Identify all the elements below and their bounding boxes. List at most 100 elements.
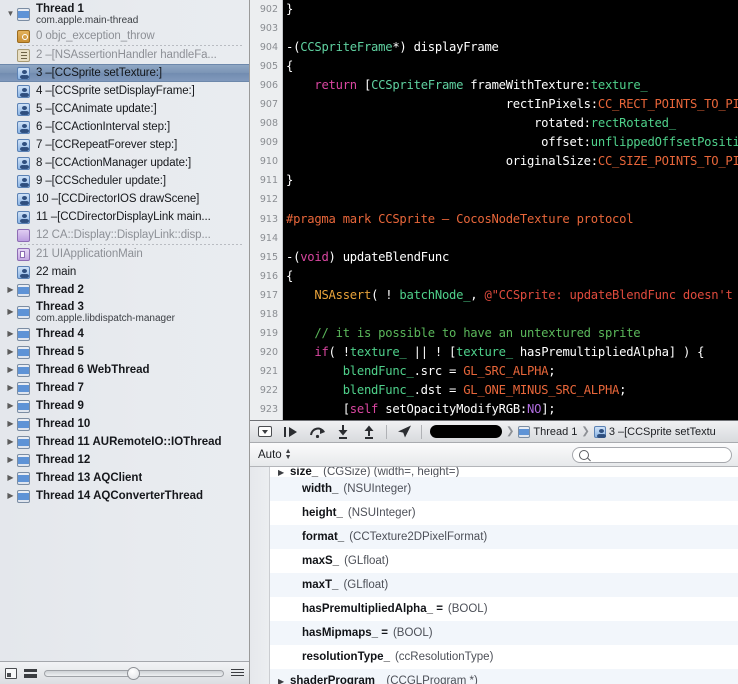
code-line[interactable]: [286, 229, 738, 248]
code-line[interactable]: rotated:rectRotated_: [286, 114, 738, 133]
stack-frame-row[interactable]: ▶ 4 –[CCSprite setDisplayFrame:]: [0, 82, 249, 100]
code-line[interactable]: blendFunc_.dst = GL_ONE_MINUS_SRC_ALPHA;: [286, 381, 738, 400]
code-line[interactable]: blendFunc_.src = GL_SRC_ALPHA;: [286, 362, 738, 381]
scope-popup-button[interactable]: Auto ▲ ▼: [258, 448, 292, 461]
stack-compression-icon[interactable]: [24, 668, 37, 678]
thread-row[interactable]: ▶ Thread 13 AQClient: [0, 469, 249, 487]
thread-row[interactable]: ▶ Thread 5: [0, 343, 249, 361]
code-line[interactable]: rectInPixels:CC_RECT_POINTS_TO_PIX: [286, 95, 738, 114]
step-into-button[interactable]: [332, 423, 354, 440]
variable-row[interactable]: hasMipmaps_ = (BOOL): [270, 621, 738, 645]
code-line[interactable]: if( !texture_ || ! [texture_ hasPremulti…: [286, 343, 738, 362]
line-number[interactable]: 904: [250, 38, 282, 57]
chevron-right-icon[interactable]: ▶: [278, 468, 290, 477]
step-over-button[interactable]: [306, 423, 328, 440]
chevron-right-icon[interactable]: ▶: [4, 474, 17, 482]
code-line[interactable]: } else {: [286, 419, 738, 420]
code-line[interactable]: {: [286, 57, 738, 76]
variable-row[interactable]: height_ (NSUInteger): [270, 501, 738, 525]
show-only-crashed-icon[interactable]: [5, 667, 17, 679]
stack-frame-row[interactable]: ▶ 7 –[CCRepeatForever step:]: [0, 136, 249, 154]
chevron-right-icon[interactable]: ▶: [4, 330, 17, 338]
line-number[interactable]: 915: [250, 248, 282, 267]
line-number[interactable]: 924: [250, 419, 282, 420]
line-number[interactable]: 919: [250, 324, 282, 343]
line-number[interactable]: 923: [250, 400, 282, 419]
line-number[interactable]: 910: [250, 152, 282, 171]
stack-frame-row[interactable]: ▶ 21 UIApplicationMain: [0, 245, 249, 263]
variables-rows[interactable]: ▶ size_ (CGSize) (width=, height=) width_ (N…: [270, 467, 738, 684]
variable-row[interactable]: format_ (CCTexture2DPixelFormat): [270, 525, 738, 549]
chevron-right-icon[interactable]: ▶: [4, 402, 17, 410]
stack-frame-row[interactable]: ▶ 22 main: [0, 263, 249, 281]
variable-row[interactable]: ▶ shaderProgram_ (CCGLProgram *): [270, 669, 738, 684]
chevron-right-icon[interactable]: ▶: [4, 366, 17, 374]
stack-frame-row[interactable]: ▶ 9 –[CCScheduler update:]: [0, 172, 249, 190]
line-number[interactable]: 920: [250, 343, 282, 362]
line-number[interactable]: 922: [250, 381, 282, 400]
chevron-down-icon[interactable]: ▼: [4, 10, 17, 18]
thread-row[interactable]: ▶ Thread 7: [0, 379, 249, 397]
thread-row[interactable]: ▶ Thread 9: [0, 397, 249, 415]
code-line[interactable]: [286, 19, 738, 38]
code-line[interactable]: [self setOpacityModifyRGB:NO];: [286, 400, 738, 419]
stack-frame-row[interactable]: ▶ 11 –[CCDirectorDisplayLink main...: [0, 208, 249, 226]
variables-view[interactable]: ▶ size_ (CGSize) (width=, height=) width_ (N…: [250, 467, 738, 684]
code-line[interactable]: }: [286, 0, 738, 19]
line-number[interactable]: 906: [250, 76, 282, 95]
stack-frame-row[interactable]: ▶ 2 –[NSAssertionHandler handleFa...: [0, 46, 249, 64]
step-out-button[interactable]: [358, 423, 380, 440]
code-line[interactable]: -(CCSpriteFrame*) displayFrame: [286, 38, 738, 57]
thread-list[interactable]: ▼ Thread 1com.apple.main-thread ▶ 0 objc_ex…: [0, 0, 249, 661]
code-line[interactable]: -(void) updateBlendFunc: [286, 248, 738, 267]
variable-row[interactable]: width_ (NSUInteger): [270, 477, 738, 501]
chevron-right-icon[interactable]: ▶: [4, 348, 17, 356]
stack-depth-slider[interactable]: [44, 666, 224, 680]
line-number[interactable]: 913: [250, 210, 282, 229]
chevron-right-icon[interactable]: ▶: [278, 677, 290, 684]
code-line[interactable]: return [CCSpriteFrame frameWithTexture:t…: [286, 76, 738, 95]
breadcrumb-item-redacted[interactable]: [428, 425, 504, 438]
stack-frame-row[interactable]: ▶ 8 –[CCActionManager update:]: [0, 154, 249, 172]
stack-frame-row[interactable]: ▶ 3 –[CCSprite setTexture:]: [0, 64, 249, 82]
line-number-gutter[interactable]: 902 903 904 905 906 907 908 909 910 911 912 913 914 9…: [250, 0, 283, 420]
list-detail-icon[interactable]: [231, 668, 244, 678]
line-number[interactable]: 905: [250, 57, 282, 76]
code-line[interactable]: {: [286, 267, 738, 286]
chevron-right-icon[interactable]: ▶: [4, 492, 17, 500]
chevron-right-icon[interactable]: ▶: [4, 456, 17, 464]
variable-row[interactable]: maxT_ (GLfloat): [270, 573, 738, 597]
stack-frame-row[interactable]: ▶ 12 CA::Display::DisplayLink::disp...: [0, 226, 249, 244]
thread-row[interactable]: ▶ Thread 11 AURemoteIO::IOThread: [0, 433, 249, 451]
line-number[interactable]: 907: [250, 95, 282, 114]
variable-row[interactable]: maxS_ (GLfloat): [270, 549, 738, 573]
chevron-right-icon[interactable]: ▶: [4, 384, 17, 392]
source-editor[interactable]: 902 903 904 905 906 907 908 909 910 911 912 913 914 9…: [250, 0, 738, 420]
code-line[interactable]: [286, 190, 738, 209]
thread-row[interactable]: ▶ Thread 12: [0, 451, 249, 469]
code-line[interactable]: [286, 305, 738, 324]
code-line[interactable]: // it is possible to have an untextured …: [286, 324, 738, 343]
hide-debug-area-button[interactable]: [254, 423, 276, 440]
chevron-right-icon[interactable]: ▶: [4, 286, 17, 294]
stack-frame-row[interactable]: ▶ 10 –[CCDirectorIOS drawScene]: [0, 190, 249, 208]
code-line[interactable]: NSAssert( ! batchNode_, @"CCSprite: upda…: [286, 286, 738, 305]
variable-row[interactable]: hasPremultipliedAlpha_ = (BOOL): [270, 597, 738, 621]
continue-button[interactable]: [280, 423, 302, 440]
search-input[interactable]: [593, 447, 725, 462]
thread-row[interactable]: ▶ Thread 6 WebThread: [0, 361, 249, 379]
code-line[interactable]: originalSize:CC_SIZE_POINTS_TO_PIX: [286, 152, 738, 171]
thread-row[interactable]: ▶ Thread 4: [0, 325, 249, 343]
stack-frame-row[interactable]: ▶ 0 objc_exception_throw: [0, 27, 249, 45]
thread-row[interactable]: ▶ Thread 2: [0, 281, 249, 299]
line-number[interactable]: 912: [250, 190, 282, 209]
source-code[interactable]: } -(CCSpriteFrame*) displayFrame{ return…: [283, 0, 738, 420]
code-line[interactable]: offset:unflippedOffsetPositi: [286, 133, 738, 152]
breadcrumb-item-frame[interactable]: 3 –[CCSprite setTextu: [592, 425, 718, 438]
variables-search-field[interactable]: [572, 446, 732, 463]
slider-knob[interactable]: [126, 666, 140, 680]
line-number[interactable]: 917: [250, 286, 282, 305]
thread-row[interactable]: ▶ Thread 3 com.apple.libdispatch-manager: [0, 299, 249, 325]
line-number[interactable]: 921: [250, 362, 282, 381]
line-number[interactable]: 911: [250, 171, 282, 190]
